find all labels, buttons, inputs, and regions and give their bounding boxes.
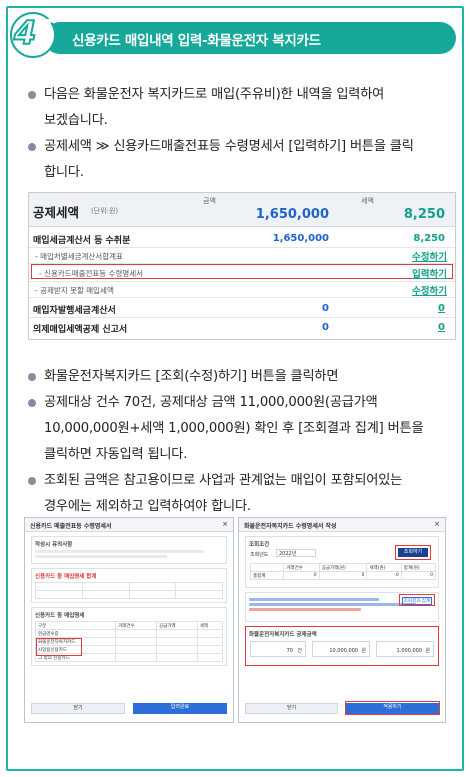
bullet-line: 클릭하면 자동입력 됩니다. — [44, 447, 188, 462]
supply-cell: 0 — [318, 571, 368, 580]
column-header: 공급가액 — [155, 621, 198, 630]
dialog-buttons: 닫기 적용하기 — [245, 701, 440, 715]
highlight-box — [245, 626, 439, 666]
text-line — [35, 555, 167, 558]
column-header: 거래건수 — [283, 563, 320, 572]
bullet-line: 공제대상 건수 70건, 공제대상 금액 11,000,000원(공급가액 — [44, 395, 378, 410]
highlight-box — [399, 594, 435, 606]
close-button[interactable]: 닫기 — [31, 703, 126, 714]
row-name: 현금영수증 — [34, 629, 117, 638]
row-tax-link[interactable]: 0 — [438, 322, 445, 333]
total-amount: 1,650,000 — [255, 207, 329, 222]
bullet-dot — [28, 143, 36, 151]
dialog-title: 신용카드 매출전표등 수령명세서 — [30, 523, 112, 530]
text-line — [249, 608, 361, 611]
total-tax: 8,250 — [403, 207, 445, 222]
bullet-dot — [28, 399, 36, 407]
edit-button[interactable]: 수정하기 — [412, 283, 447, 297]
tax-deduction-table: 공제세액 (단위:원) 금액 세액 1,650,000 8,250 매입세금계산… — [28, 192, 456, 340]
dialog-title: 화물운전자복지카드 수령명세서 작성 — [244, 523, 337, 530]
bullet-line: 보겠습니다. — [44, 113, 108, 128]
row-label: - 매입처별세금계산서합계표 — [35, 252, 123, 261]
notice-section: 작성시 유의사항 — [31, 536, 227, 564]
detail-heading: 신용카드 등 매입명세 — [35, 613, 85, 619]
text-line — [35, 550, 205, 553]
row-divider — [29, 297, 455, 298]
query-result-table: 거래건수 공급가액(원) 세액(원) 합계(원) 총합계 0 0 0 0 — [249, 563, 437, 580]
summary-heading: 신용카드 등 매입명세 합계 — [35, 574, 97, 580]
summary-table — [35, 582, 223, 599]
highlight-box — [395, 545, 431, 560]
edit-button[interactable]: 수정하기 — [412, 249, 447, 263]
text-line — [249, 603, 417, 606]
bullet-line: 화물운전자복지카드 [조회(수정)하기] 버튼을 클릭하면 — [44, 369, 339, 384]
intro-bullet-1: 다음은 화물운전자 복지카드로 매입(주유비)한 내역을 입력하여 보겠습니다. — [28, 82, 448, 134]
row-name: 총합계 — [249, 571, 285, 580]
highlight-box — [344, 701, 440, 715]
bullet-line: 합니다. — [44, 165, 84, 180]
input-button[interactable]: 입력하기 — [412, 266, 447, 280]
table-title: 공제세액 — [33, 205, 80, 220]
row-amount: 0 — [322, 303, 329, 314]
dialog-titlebar: 신용카드 매출전표등 수령명세서 × — [25, 518, 233, 532]
text-line — [249, 598, 380, 601]
bullet-line: 공제세액 ≫ 신용카드매출전표등 수령명세서 [입력하기] 버튼을 클릭 — [44, 139, 414, 154]
table-header: 공제세액 (단위:원) 금액 세액 1,650,000 8,250 — [29, 193, 455, 227]
column-header: 세액(원) — [366, 563, 402, 572]
row-label: - 신용카드매출전표등 수령명세서 — [39, 269, 144, 278]
row-divider — [29, 317, 455, 318]
column-header: 공급가액(원) — [318, 563, 368, 572]
period-select[interactable]: 2022년 — [276, 549, 316, 557]
row-label: - 공제받지 못할 매입세액 — [35, 286, 114, 295]
tax-cell: 0 — [366, 571, 402, 580]
highlight-box — [36, 638, 82, 656]
row-label: 매입자발행세금계산서 — [33, 306, 116, 316]
close-button[interactable]: 닫기 — [245, 703, 339, 714]
query-section: 조회조건 조회년도 2022년 조회하기 거래건수 공급가액(원) 세액(원) … — [245, 536, 439, 588]
welfare-card-dialog-screenshot: 화물운전자복지카드 수령명세서 작성 × 조회조건 조회년도 2022년 조회하… — [238, 517, 446, 723]
bullet-dot — [28, 91, 36, 99]
input-complete-button[interactable]: 입력완료 — [132, 703, 227, 714]
column-header: 세액 — [196, 621, 224, 630]
row-tax: 8,250 — [413, 233, 445, 244]
count-cell: 0 — [283, 571, 320, 580]
summary-section: 신용카드 등 매입명세 합계 — [31, 568, 227, 603]
dialog-titlebar: 화물운전자복지카드 수령명세서 작성 × — [239, 518, 445, 532]
tax-column-label: 세액 — [361, 197, 374, 205]
card-statement-dialog-screenshot: 신용카드 매출전표등 수령명세서 × 작성시 유의사항 신용카드 등 매입명세 … — [24, 517, 234, 723]
outro-bullet-3: 조회된 금액은 참고용이므로 사업과 관계없는 매입이 포함되어있는 경우에는 … — [28, 468, 448, 520]
total-cell: 0 — [400, 571, 437, 580]
bullet-line: 10,000,000원+세액 1,000,000원) 확인 후 [조회결과 집계… — [44, 421, 424, 436]
row-label: 매입세금계산서 등 수취분 — [33, 236, 131, 246]
bullet-dot — [28, 477, 36, 485]
outro-bullet-1: 화물운전자복지카드 [조회(수정)하기] 버튼을 클릭하면 — [28, 364, 448, 390]
table-unit: (단위:원) — [91, 207, 119, 215]
notice-heading: 작성시 유의사항 — [35, 542, 73, 548]
bullet-dot — [28, 373, 36, 381]
section-number: 4 — [13, 13, 37, 53]
close-icon[interactable]: × — [222, 520, 228, 528]
column-header: 거래건수 — [115, 621, 157, 630]
row-amount: 0 — [322, 322, 329, 333]
deduction-section: 화물운전자복지카드 공제금액 건 70 원 10,000,000 원 1,000… — [245, 626, 439, 666]
column-header: 구분 — [34, 621, 117, 630]
row-divider — [29, 281, 455, 282]
bullet-line: 다음은 화물운전자 복지카드로 매입(주유비)한 내역을 입력하여 — [44, 87, 385, 102]
row-label: 의제매입세액공제 신고서 — [33, 325, 128, 335]
outro-bullet-2: 공제대상 건수 70건, 공제대상 금액 11,000,000원(공급가액 10… — [28, 390, 448, 468]
row-tax-link[interactable]: 0 — [438, 303, 445, 314]
period-label: 조회년도 — [250, 552, 269, 558]
section-subnumber: -3 — [38, 18, 53, 33]
close-icon[interactable]: × — [434, 520, 440, 528]
dialog-buttons: 닫기 입력완료 — [31, 703, 227, 714]
row-divider — [29, 247, 455, 248]
amount-column-label: 금액 — [203, 197, 216, 205]
column-header: 합계(원) — [400, 563, 437, 572]
intro-bullet-2: 공제세액 ≫ 신용카드매출전표등 수령명세서 [입력하기] 버튼을 클릭 합니다… — [28, 134, 448, 186]
bullet-line: 조회된 금액은 참고용이므로 사업과 관계없는 매입이 포함되어있는 — [44, 473, 403, 488]
notice-section: 조회결과 집계 — [245, 592, 439, 622]
detail-section: 신용카드 등 매입명세 구분 거래건수 공급가액 세액 현금영수증 화물운전자복… — [31, 607, 227, 666]
section-title: 신용카드 매입내역 입력-화물운전자 복지카드 — [72, 33, 321, 49]
row-amount: 1,650,000 — [272, 233, 329, 244]
